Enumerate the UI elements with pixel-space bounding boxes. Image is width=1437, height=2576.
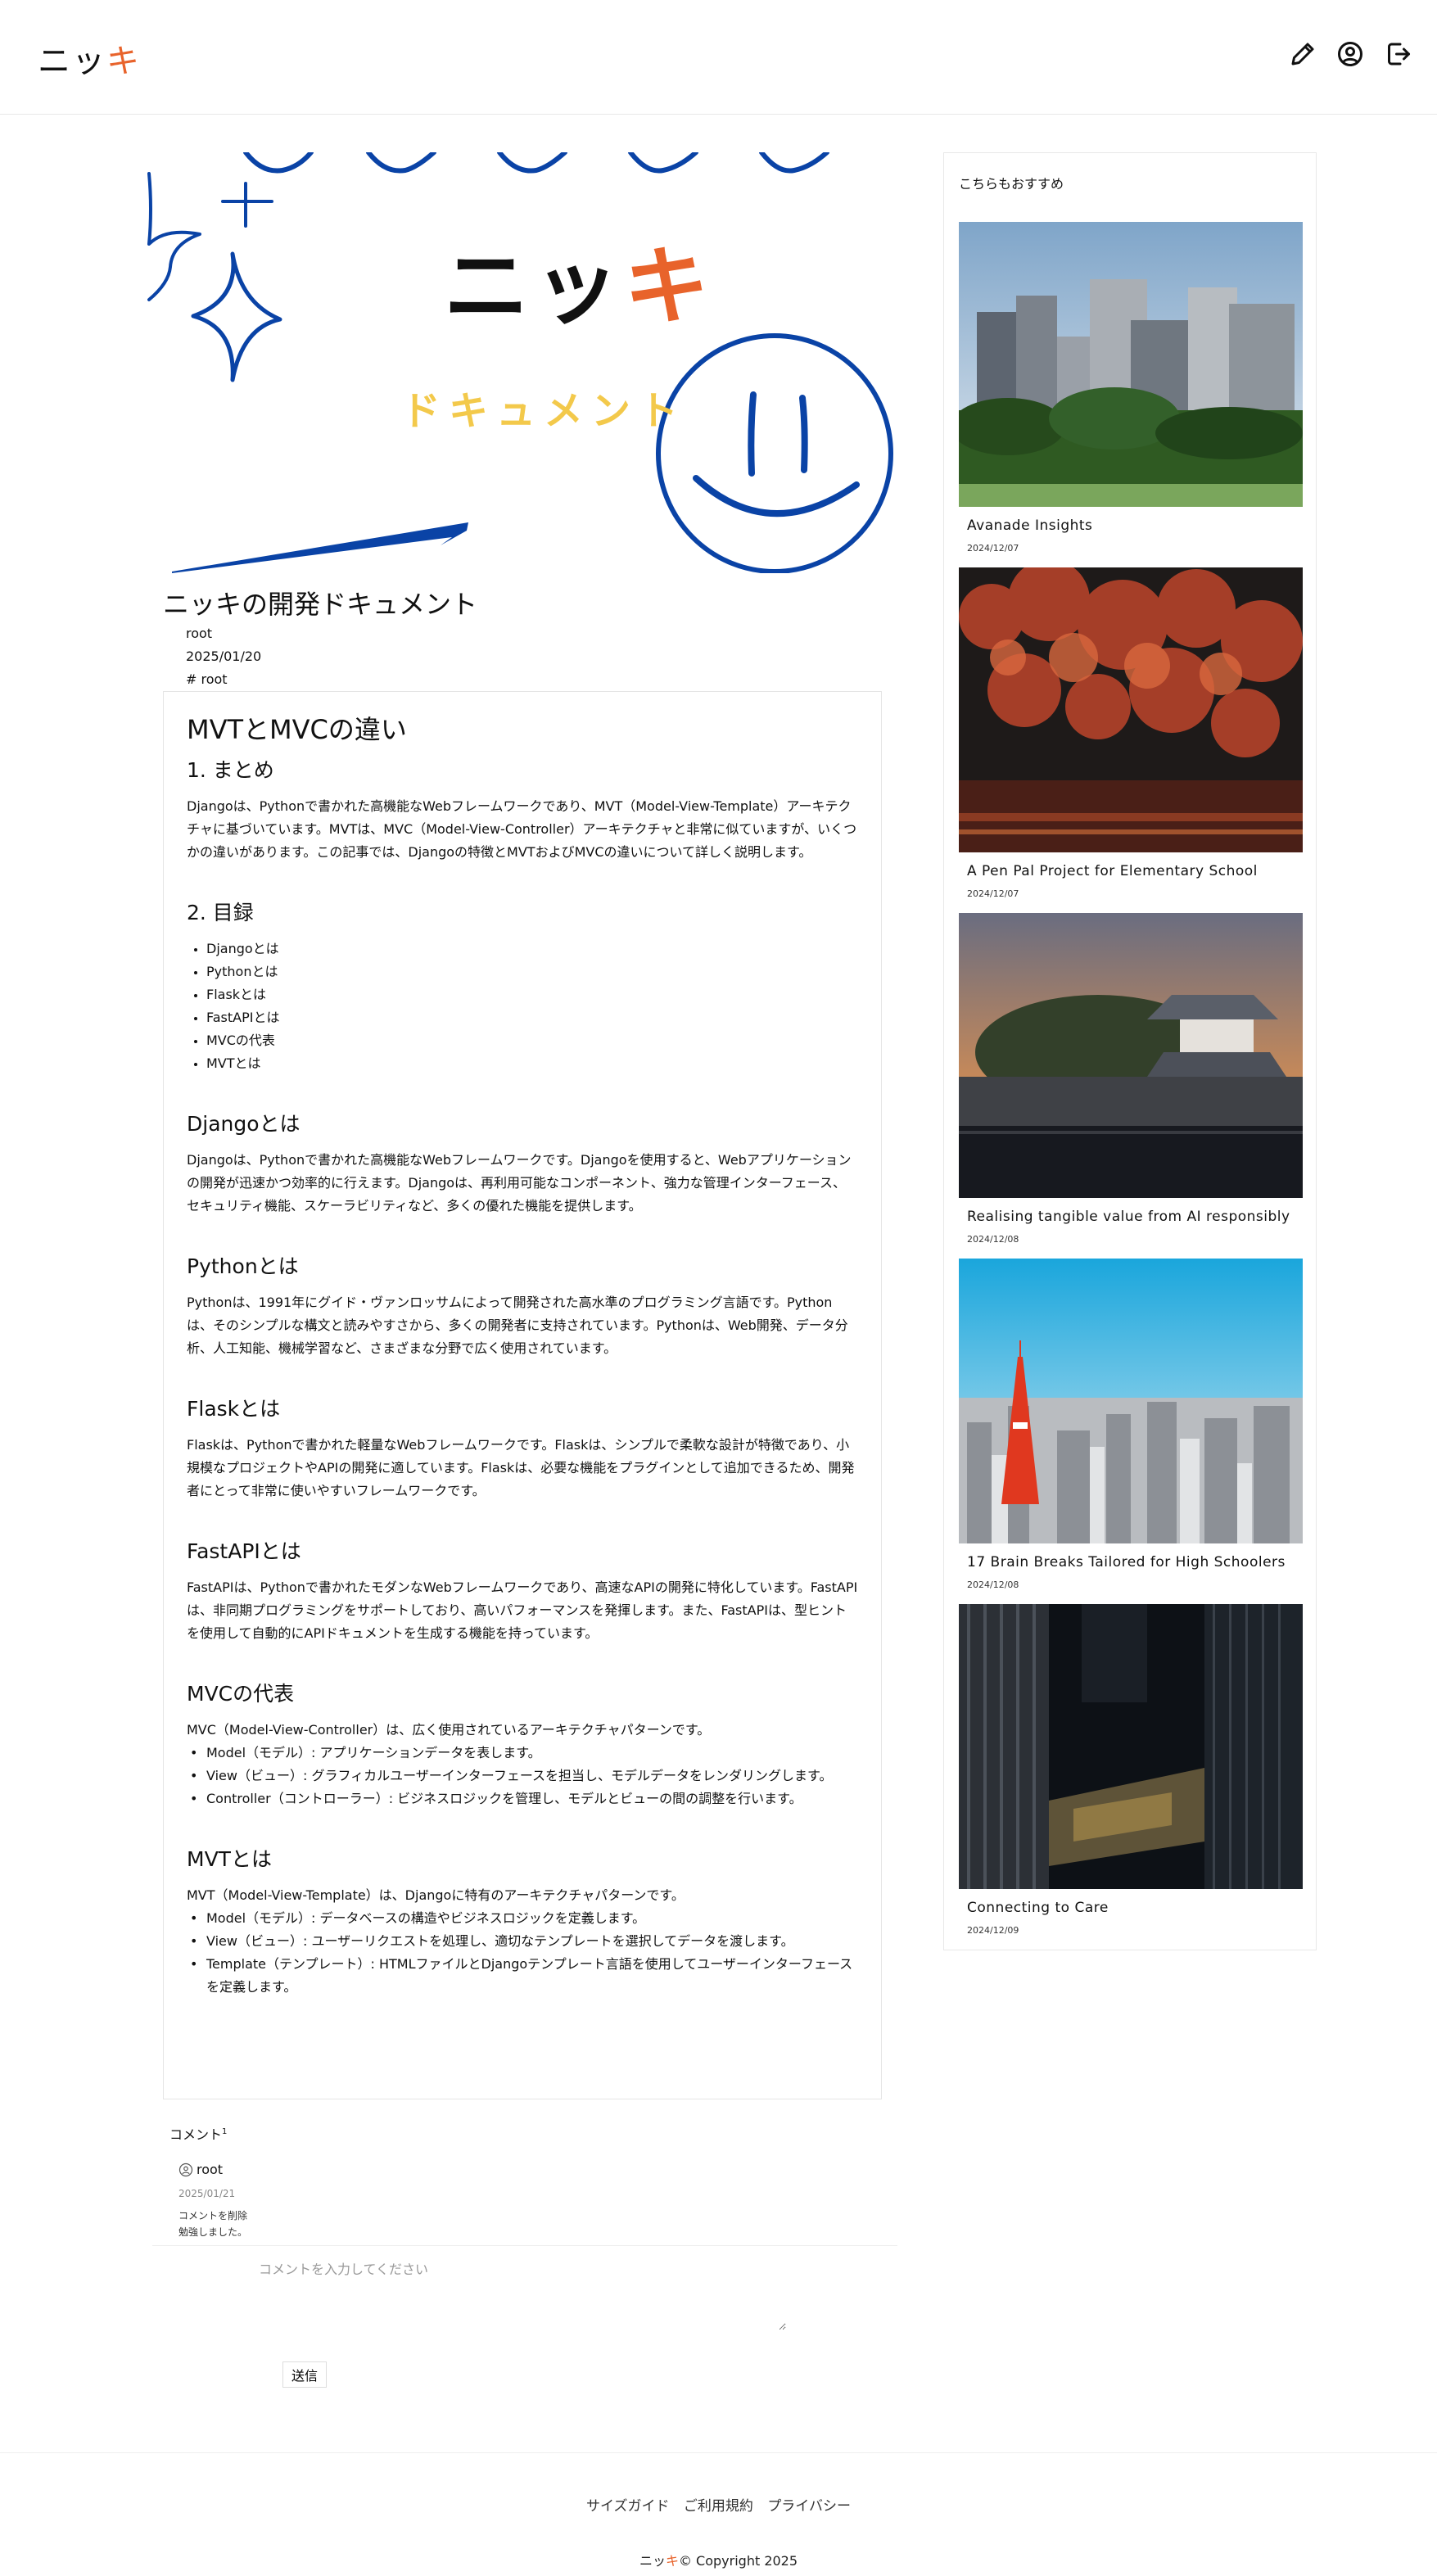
hero-title: ニッキ	[444, 244, 714, 329]
site-logo[interactable]: ニッキ	[38, 34, 141, 82]
user-icon	[178, 2162, 193, 2177]
toc-item: Djangoとは	[206, 938, 858, 960]
recommendation-title: Avanade Insights	[967, 517, 1093, 534]
toc-list: Djangoとは Pythonとは Flaskとは FastAPIとは MVCの…	[206, 938, 858, 1075]
comment-author: root	[178, 2162, 223, 2178]
sidebar-title: こちらもおすすめ	[959, 176, 1064, 192]
recommendation-title: Realising tangible value from AI respons…	[967, 1209, 1290, 1225]
user-circle-icon[interactable]	[1335, 39, 1365, 69]
comments-title: コメント	[169, 2126, 223, 2143]
section-heading: Djangoとは	[187, 1112, 301, 1136]
section-heading: 2. 目録	[187, 901, 254, 924]
delete-comment-button[interactable]: コメントを削除	[178, 2208, 247, 2222]
copyright-text: © Copyright 2025	[678, 2553, 798, 2569]
section-intro: MVT（Model-View-Template）は、Djangoに特有のアーキテ…	[187, 1887, 685, 1903]
hero-title-main: ニッ	[444, 237, 625, 337]
recommendations-sidebar: こちらもおすすめ Avanade Insights 2024/12/07 A P…	[943, 152, 1317, 1950]
copyright-brand: ニッ	[639, 2553, 666, 2569]
comment-text: 勉強しました。	[178, 2226, 248, 2238]
pencil-icon[interactable]	[1288, 39, 1317, 69]
section-heading: FastAPIとは	[187, 1539, 301, 1563]
article-date: 2025/01/20	[186, 649, 262, 664]
site-footer: サイズガイド ご利用規約 プライバシー ニッキ© Copyright 2025	[0, 2452, 1437, 2576]
article-title: ニッキの開発ドキュメント	[163, 589, 478, 620]
copyright-brand-accent: キ	[665, 2553, 679, 2569]
header-actions	[1288, 39, 1412, 69]
toc-item: MVTとは	[206, 1052, 858, 1075]
divider	[152, 2245, 897, 2246]
section-list: MVT（Model-View-Template）は、Djangoに特有のアーキテ…	[187, 1884, 858, 1999]
footer-link-privacy[interactable]: プライバシー	[767, 2498, 851, 2515]
recommendation-date: 2024/12/07	[967, 888, 1019, 899]
list-item: Model（モデル）: データベースの構造やビジネスロジックを定義します。	[187, 1907, 858, 1930]
toc-item: Flaskとは	[206, 983, 858, 1006]
section-list: MVC（Model-View-Controller）は、広く使用されているアーキ…	[187, 1719, 858, 1810]
recommendation-card[interactable]: 17 Brain Breaks Tailored for High School…	[959, 1259, 1303, 1594]
comment-input[interactable]	[251, 2252, 786, 2330]
recommendation-title: A Pen Pal Project for Elementary School	[967, 863, 1258, 879]
article-body: MVTとMVCの違い 1. まとめ Djangoは、Pythonで書かれた高機能…	[163, 691, 882, 2099]
logo-text: ニッ	[38, 43, 106, 80]
list-item: Controller（コントローラー）: ビジネスロジックを管理し、モデルとビュ…	[187, 1787, 858, 1810]
hero-banner: ニッキ ドキュメント	[147, 152, 901, 573]
hero-doodles	[147, 152, 893, 573]
article-author: root	[186, 626, 213, 641]
comments-heading: コメント1	[169, 2124, 227, 2143]
copyright: ニッキ© Copyright 2025	[0, 2550, 1437, 2569]
section-heading: 1. まとめ	[187, 758, 274, 782]
section-heading: Flaskとは	[187, 1397, 281, 1421]
footer-link-terms[interactable]: ご利用規約	[684, 2498, 753, 2515]
site-header: ニッキ	[0, 0, 1437, 115]
section-text: Djangoは、Pythonで書かれた高機能なWebフレームワークであり、MVT…	[187, 798, 857, 860]
recommendation-card[interactable]: Connecting to Care 2024/12/09	[959, 1604, 1303, 1940]
section-heading: MVCの代表	[187, 1682, 295, 1706]
footer-link-size-guide[interactable]: サイズガイド	[586, 2498, 670, 2515]
hero-title-accent: キ	[624, 237, 715, 337]
toc-item: Pythonとは	[206, 960, 858, 983]
section-text: Djangoは、Pythonで書かれた高機能なWebフレームワークです。Djan…	[187, 1152, 852, 1213]
hero-subtitle: ドキュメント	[401, 388, 687, 434]
section-text: Flaskは、Pythonで書かれた軽量なWebフレームワークです。Flaskは…	[187, 1437, 855, 1498]
logo-accent: キ	[106, 43, 141, 80]
section-text: FastAPIは、Pythonで書かれたモダンなWebフレームワークであり、高速…	[187, 1579, 858, 1641]
article-tag[interactable]: # root	[186, 671, 228, 688]
recommendation-date: 2024/12/08	[967, 1579, 1019, 1590]
dark-skyscrapers-photo	[959, 1604, 1303, 1889]
recommendation-date: 2024/12/09	[967, 1925, 1019, 1936]
footer-links: サイズガイド ご利用規約 プライバシー	[0, 2494, 1437, 2515]
castle-moat-sunset-photo	[959, 913, 1303, 1198]
comment-date: 2025/01/21	[178, 2188, 236, 2199]
recommendation-card[interactable]: Realising tangible value from AI respons…	[959, 913, 1303, 1249]
list-item: View（ビュー）: グラフィカルユーザーインターフェースを担当し、モデルデータ…	[187, 1765, 858, 1787]
section-heading: MVTとは	[187, 1847, 272, 1871]
list-item: View（ビュー）: ユーザーリクエストを処理し、適切なテンプレートを選択してデ…	[187, 1930, 858, 1953]
city-skyline-park-photo	[959, 222, 1303, 507]
tokyo-tower-cityscape-photo	[959, 1259, 1303, 1543]
comments-count: 1	[222, 2127, 228, 2136]
section-text: Pythonは、1991年にグイド・ヴァンロッサムによって開発された高水準のプロ…	[187, 1295, 848, 1356]
logout-icon[interactable]	[1383, 39, 1412, 69]
recommendation-card[interactable]: Avanade Insights 2024/12/07	[959, 222, 1303, 558]
comment-author-name: root	[197, 2162, 224, 2177]
recommendation-date: 2024/12/08	[967, 1234, 1019, 1245]
section-heading: Pythonとは	[187, 1254, 299, 1278]
list-item: Template（テンプレート）: HTMLファイルとDjangoテンプレート言…	[187, 1953, 858, 1999]
toc-item: MVCの代表	[206, 1029, 858, 1052]
section-intro: MVC（Model-View-Controller）は、広く使用されているアーキ…	[187, 1722, 711, 1738]
recommendation-title: 17 Brain Breaks Tailored for High School…	[967, 1554, 1286, 1570]
toc-item: FastAPIとは	[206, 1006, 858, 1029]
list-item: Model（モデル）: アプリケーションデータを表します。	[187, 1742, 858, 1765]
autumn-maple-temple-photo	[959, 567, 1303, 852]
submit-comment-button[interactable]: 送信	[282, 2361, 328, 2388]
recommendation-card[interactable]: A Pen Pal Project for Elementary School …	[959, 567, 1303, 903]
recommendation-date: 2024/12/07	[967, 543, 1019, 554]
recommendation-title: Connecting to Care	[967, 1900, 1109, 1916]
article-heading: MVTとMVCの違い	[187, 714, 407, 745]
